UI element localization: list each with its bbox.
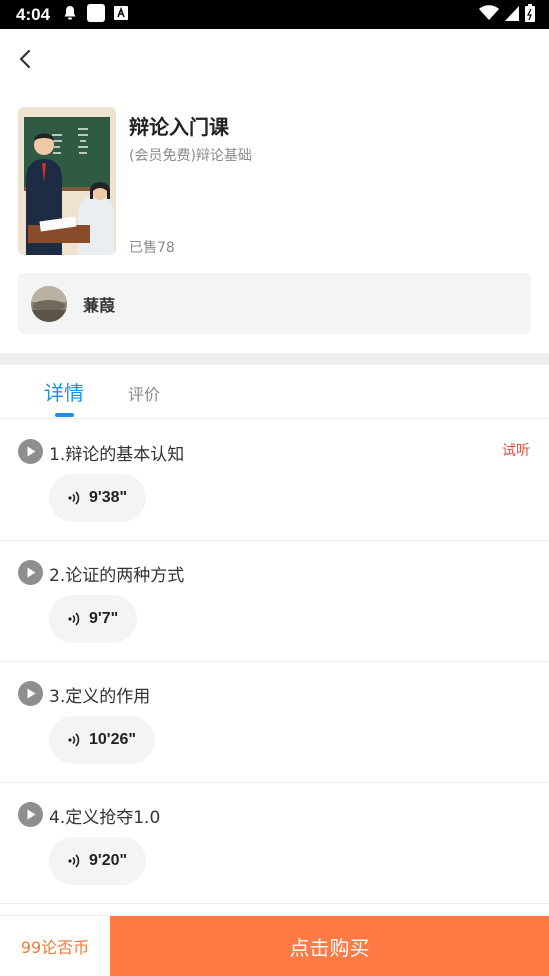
audio-wave-icon	[68, 854, 80, 868]
audio-player-button[interactable]: 9'38"	[49, 474, 147, 522]
section-divider	[0, 353, 549, 365]
teacher-name: 蒹葭	[83, 295, 116, 315]
audio-player-button[interactable]: 9'20"	[49, 837, 147, 885]
purchase-bar: 99论否币 点击购买	[0, 915, 549, 976]
audio-player-button[interactable]: 10'26"	[49, 716, 155, 764]
buy-button[interactable]: 点击购买	[110, 916, 549, 976]
lesson-list: 1.辩论的基本认知 试听 9'38" 2.论证的两种方式 9'7" 3.定义的作…	[0, 420, 549, 904]
back-button[interactable]	[12, 46, 38, 72]
audio-wave-icon	[68, 733, 80, 747]
course-price: 99论否币	[20, 938, 90, 957]
audio-duration: 9'20"	[89, 852, 128, 869]
play-icon[interactable]	[18, 560, 43, 585]
audio-duration: 10'26"	[89, 731, 136, 748]
play-icon[interactable]	[18, 802, 43, 827]
top-navigation	[0, 29, 549, 89]
course-subtitle: (会员免费)辩论基础	[129, 148, 252, 164]
keyboard-a-icon	[114, 5, 129, 24]
trial-badge[interactable]: 试听	[502, 440, 530, 460]
status-bar: 4:04	[0, 0, 549, 29]
audio-duration: 9'38"	[89, 489, 128, 506]
audio-wave-icon	[68, 612, 80, 626]
course-sold-count: 已售78	[129, 240, 175, 256]
signal-icon	[505, 5, 519, 25]
lesson-title: 2.论证的两种方式	[49, 566, 185, 586]
course-title: 辩论入门课	[129, 115, 229, 139]
app-square-icon	[87, 3, 106, 26]
status-time: 4:04	[16, 4, 51, 24]
teacher-card[interactable]: 蒹葭	[18, 273, 531, 334]
active-tab-indicator	[55, 413, 74, 417]
course-cover-image[interactable]	[18, 107, 116, 255]
course-header: 辩论入门课 (会员免费)辩论基础 已售78	[18, 107, 531, 257]
lesson-title: 1.辩论的基本认知	[49, 445, 185, 465]
audio-player-button[interactable]: 9'7"	[49, 595, 138, 643]
teacher-avatar	[31, 285, 67, 322]
lesson-item[interactable]: 1.辩论的基本认知 试听 9'38"	[0, 420, 549, 541]
back-icon	[19, 49, 31, 69]
wifi-icon	[479, 4, 499, 25]
lesson-title: 3.定义的作用	[49, 687, 151, 707]
lesson-item[interactable]: 4.定义抢夺1.0 9'20"	[0, 783, 549, 904]
tab-details[interactable]: 详情	[44, 377, 84, 406]
lesson-title: 4.定义抢夺1.0	[49, 808, 161, 828]
play-icon[interactable]	[18, 439, 43, 464]
audio-wave-icon	[68, 491, 80, 505]
tab-bar: 详情 评价	[0, 365, 549, 419]
lesson-item[interactable]: 3.定义的作用 10'26"	[0, 662, 549, 783]
lesson-item[interactable]: 2.论证的两种方式 9'7"	[0, 541, 549, 662]
audio-duration: 9'7"	[89, 610, 119, 627]
battery-icon	[525, 3, 535, 26]
notification-bell-icon	[62, 5, 78, 25]
play-icon[interactable]	[18, 681, 43, 706]
tab-reviews[interactable]: 评价	[128, 381, 160, 405]
